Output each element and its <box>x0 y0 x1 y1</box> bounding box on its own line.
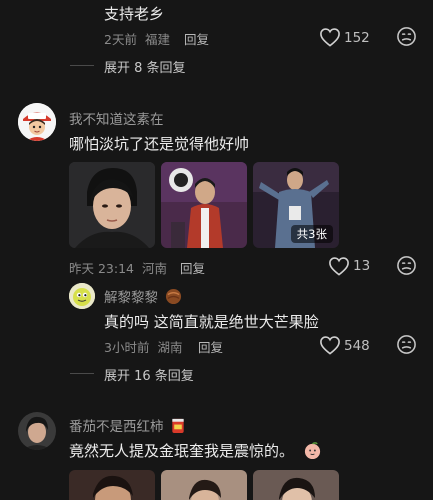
comment-text: 支持老乡 <box>104 5 165 23</box>
comment-location: 河南 <box>141 261 167 276</box>
like-count: 13 <box>353 258 371 274</box>
comment-time: 昨天 23:14 <box>69 261 134 276</box>
comment-text: 竟然无人提及金珉奎我是震惊的。 <box>69 440 322 464</box>
comment-username[interactable]: 我不知道这素在 <box>69 108 164 128</box>
comment-text: 哪怕淡坑了还是觉得他好帅 <box>69 135 250 153</box>
avatar[interactable] <box>69 283 95 309</box>
canned-tomato-emoji-icon <box>171 417 185 438</box>
reply-location: 湖南 <box>157 340 183 355</box>
comment-username[interactable]: 番茄不是西红柿 <box>69 415 185 438</box>
comment-image-1[interactable] <box>69 470 155 500</box>
image-count-badge: 共3张 <box>290 225 333 243</box>
expand-divider <box>70 373 94 374</box>
expand-replies-button[interactable]: 展开 16 条回复 <box>104 365 194 384</box>
reply-button[interactable]: 回复 <box>184 29 209 48</box>
coconut-emoji-icon <box>165 288 182 309</box>
expand-replies-button[interactable]: 展开 8 条回复 <box>104 57 186 76</box>
comment-image-3[interactable]: 共3张 <box>253 162 339 248</box>
heart-icon[interactable] <box>327 255 351 277</box>
dislike-face-icon[interactable] <box>395 254 417 276</box>
reply-button[interactable]: 回复 <box>180 258 205 277</box>
expand-divider <box>70 65 94 66</box>
peach-face-emoji-icon <box>303 441 322 464</box>
comment-image-2[interactable] <box>161 470 247 500</box>
comment-image-3[interactable] <box>253 470 339 500</box>
comment-image-2[interactable] <box>161 162 247 248</box>
dislike-face-icon[interactable] <box>395 25 417 47</box>
avatar[interactable] <box>18 103 56 141</box>
comment-meta: 昨天 23:14 河南 <box>69 258 167 277</box>
comment-time: 2天前 <box>104 32 137 47</box>
comment-location: 福建 <box>144 32 170 47</box>
dislike-face-icon[interactable] <box>395 333 417 355</box>
comment-image-1[interactable] <box>69 162 155 248</box>
comment-meta: 2天前 福建 <box>104 29 170 48</box>
reply-time: 3小时前 <box>104 340 150 355</box>
like-count: 152 <box>344 30 370 46</box>
avatar[interactable] <box>18 412 56 450</box>
reply-meta: 3小时前 湖南 <box>104 337 182 356</box>
heart-icon[interactable] <box>318 26 342 48</box>
comment-username-text: 番茄不是西红柿 <box>69 419 164 435</box>
heart-icon[interactable] <box>318 334 342 356</box>
reply-username-text: 解黎黎黎 <box>104 290 158 306</box>
reply-button[interactable]: 回复 <box>198 337 223 356</box>
reply-username[interactable]: 解黎黎黎 <box>104 286 182 309</box>
reply-text: 真的吗 这简直就是绝世大芒果脸 <box>104 313 319 331</box>
comment-text-content: 竟然无人提及金珉奎我是震惊的。 <box>69 442 295 460</box>
like-count: 548 <box>344 338 370 354</box>
